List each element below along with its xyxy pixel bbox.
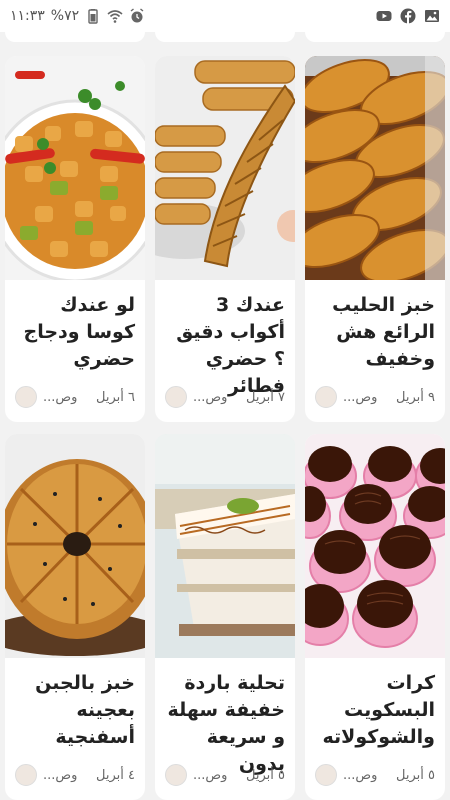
recipe-meta: وص... ٥ أبريل	[165, 764, 285, 786]
publish-date: ٥ أبريل	[396, 767, 435, 783]
recipe-card[interactable]: كرات البسكويت والشوكولاته وص... ٥ أبريل	[305, 434, 445, 800]
publish-date: ٤ أبريل	[96, 767, 135, 783]
wifi-icon	[107, 10, 123, 23]
author[interactable]: وص...	[315, 764, 377, 786]
recipe-meta: وص... ٤ أبريل	[15, 764, 135, 786]
recipe-title[interactable]: لو عندك كوسا ودجاج حضري	[11, 292, 135, 373]
publish-date: ٥ أبريل	[246, 767, 285, 783]
author-name[interactable]: وص...	[193, 768, 227, 783]
author[interactable]: وص...	[165, 764, 227, 786]
status-left: ١١:٣٣ %٧٢	[10, 8, 145, 24]
author-avatar[interactable]	[15, 386, 37, 408]
author-name[interactable]: وص...	[43, 390, 77, 405]
author[interactable]: وص...	[165, 386, 227, 408]
gallery-icon	[425, 10, 439, 22]
recipe-meta: وص... ٦ أبريل	[15, 386, 135, 408]
previous-cards-strip	[0, 30, 450, 44]
author[interactable]: وص...	[15, 386, 77, 408]
recipe-title[interactable]: عندك 3 أكواب دقيق ؟ حضري فطائر	[161, 292, 285, 400]
alarm-icon	[130, 8, 144, 23]
recipe-image[interactable]	[5, 434, 145, 658]
recipe-meta: وص... ٧ أبريل	[165, 386, 285, 408]
author-avatar[interactable]	[165, 764, 187, 786]
author-avatar[interactable]	[315, 764, 337, 786]
publish-date: ٩ أبريل	[396, 389, 435, 405]
battery-percent: %٧٢	[50, 8, 80, 24]
facebook-icon	[400, 8, 416, 24]
author-name[interactable]: وص...	[193, 390, 227, 405]
author[interactable]: وص...	[15, 764, 77, 786]
author-avatar[interactable]	[165, 386, 187, 408]
youtube-icon	[376, 11, 392, 21]
recipe-card[interactable]: عندك 3 أكواب دقيق ؟ حضري فطائر وص... ٧ أ…	[155, 56, 295, 422]
recipe-card[interactable]: خبز بالجبن بعجينه أسفنجية وص... ٤ أبريل	[5, 434, 145, 800]
status-bar: ١١:٣٣ %٧٢	[0, 0, 450, 32]
recipe-title[interactable]: تحلية باردة خفيفة سهلة و سريعة بدون	[161, 670, 285, 778]
author-name[interactable]: وص...	[43, 768, 77, 783]
author-avatar[interactable]	[315, 386, 337, 408]
recipe-image[interactable]	[305, 434, 445, 658]
recipe-title[interactable]: خبز بالجبن بعجينه أسفنجية	[11, 670, 135, 751]
author-avatar[interactable]	[15, 764, 37, 786]
author-name[interactable]: وص...	[343, 390, 377, 405]
publish-date: ٧ أبريل	[246, 389, 285, 405]
status-right	[376, 8, 440, 24]
recipe-title[interactable]: كرات البسكويت والشوكولاته	[311, 670, 435, 751]
recipe-title[interactable]: خبز الحليب الرائع هش وخفيف	[311, 292, 435, 373]
author-name[interactable]: وص...	[343, 768, 377, 783]
recipe-image[interactable]	[155, 434, 295, 658]
publish-date: ٦ أبريل	[96, 389, 135, 405]
battery-icon	[88, 9, 98, 24]
recipe-card[interactable]: خبز الحليب الرائع هش وخفيف وص... ٩ أبريل	[305, 56, 445, 422]
recipe-meta: وص... ٥ أبريل	[315, 764, 435, 786]
recipe-image[interactable]	[5, 56, 145, 280]
clock: ١١:٣٣	[10, 8, 45, 24]
recipe-meta: وص... ٩ أبريل	[315, 386, 435, 408]
recipe-card[interactable]: لو عندك كوسا ودجاج حضري وص... ٦ أبريل	[5, 56, 145, 422]
recipe-image[interactable]	[305, 56, 445, 280]
recipe-image[interactable]	[155, 56, 295, 280]
recipe-card[interactable]: تحلية باردة خفيفة سهلة و سريعة بدون وص..…	[155, 434, 295, 800]
author[interactable]: وص...	[315, 386, 377, 408]
